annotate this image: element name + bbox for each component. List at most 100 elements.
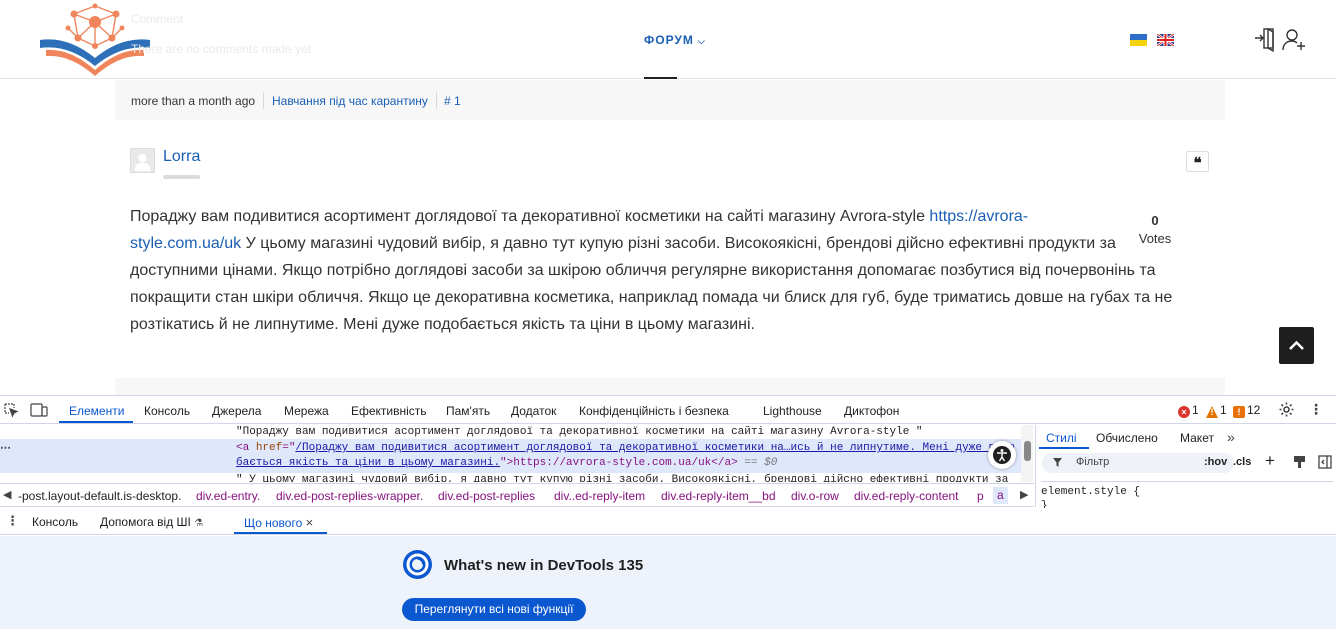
tab-console[interactable]: Консоль — [144, 404, 190, 418]
class-toggle[interactable]: .cls — [1233, 456, 1251, 468]
scroll-to-top-button[interactable] — [1279, 327, 1314, 364]
drawer-tab-bar: ⋮ Консоль Допомога від ШІ ⚗ Що нового × — [0, 508, 1336, 535]
breadcrumb-item[interactable]: div.ed-reply-item__bd — [661, 489, 776, 503]
elements-dom-tree[interactable]: "Пораджу вам подивитися асортимент догля… — [0, 425, 1034, 482]
post-meta-bar: more than a month ago Навчання під час к… — [115, 80, 1225, 120]
anchor-href-attr: href — [255, 442, 283, 454]
next-reply-block — [115, 378, 1225, 395]
nav-forum-label: ФОРУМ — [644, 33, 694, 47]
dom-text-node[interactable]: " У цьому магазині чудовий вибір, я давн… — [236, 474, 1008, 482]
tab-elements[interactable]: Елементи — [69, 404, 124, 418]
nav-forum[interactable]: ФОРУМ ⌵ — [644, 33, 706, 47]
chevron-down-icon: ⌵ — [697, 36, 706, 46]
tab-network[interactable]: Мережа — [284, 404, 329, 418]
tab-computed[interactable]: Обчислено — [1096, 431, 1158, 445]
breadcrumb-item[interactable]: div..ed-reply-item — [554, 489, 645, 503]
anchor-tag-close: </a> — [711, 457, 738, 469]
tab-application[interactable]: Додаток — [511, 404, 556, 418]
anchor-href-value[interactable]: /Пораджу вам подивитися асортимент догля… — [295, 442, 1015, 454]
new-rule-plus-icon[interactable]: + — [1265, 451, 1275, 471]
accessibility-icon — [993, 446, 1011, 464]
devtools-logo-icon — [403, 550, 432, 579]
topic-link[interactable]: Навчання під час карантину — [272, 94, 428, 108]
styles-tab-underline — [1039, 447, 1089, 449]
filter-icon — [1053, 458, 1062, 467]
drawer-tab-whats-new[interactable]: Що нового × — [244, 515, 313, 530]
drawer-menu-icon[interactable]: ⋮ — [6, 513, 19, 529]
warning-count: 1 — [1220, 403, 1227, 417]
tab-recorder[interactable]: Диктофон — [844, 404, 899, 418]
tab-lighthouse[interactable]: Lighthouse — [763, 404, 822, 418]
anchor-href-value-cont[interactable]: бається якість та ціни в цьому магазині. — [236, 457, 500, 469]
elements-scroll-thumb[interactable] — [1024, 441, 1031, 461]
devtools-more-menu-icon[interactable]: ⋮ — [1309, 401, 1323, 418]
breadcrumb-prev-icon[interactable]: ◀ — [3, 488, 11, 501]
whats-new-title: What's new in DevTools 135 — [444, 557, 644, 574]
add-user-icon[interactable] — [1281, 26, 1307, 52]
breadcrumb-item[interactable]: div.ed-entry. — [196, 489, 260, 503]
tab-sources[interactable]: Джерела — [212, 404, 261, 418]
devtools-tab-bar: Елементи Консоль Джерела Мережа Ефективн… — [0, 396, 1336, 424]
quote-button[interactable]: ❝ — [1186, 151, 1209, 172]
hover-state-toggle[interactable]: :hov — [1204, 456, 1227, 468]
tab-layout[interactable]: Макет — [1180, 431, 1214, 445]
elements-scrollbar[interactable] — [1021, 425, 1033, 482]
site-header: Comment There are no comments made yet Ф… — [0, 0, 1336, 79]
drawer-active-underline — [234, 532, 327, 534]
close-icon[interactable]: × — [306, 515, 314, 530]
rule-selector: element.style { — [1041, 486, 1141, 498]
breadcrumb-item[interactable]: div.ed-post-replies — [438, 489, 535, 503]
forum-page: Comment There are no comments made yet Ф… — [0, 0, 1336, 395]
dom-text-node[interactable]: "Пораджу вам подивитися асортимент догля… — [236, 426, 923, 438]
british-flag-icon[interactable] — [1157, 34, 1174, 46]
dom-anchor-line[interactable]: <a href="/Пораджу вам подивитися асортим… — [236, 442, 1015, 454]
post-text-before: Пораджу вам подивитися асортимент догляд… — [130, 208, 930, 225]
dom-anchor-line-cont[interactable]: бається якість та ціни в цьому магазині.… — [236, 457, 777, 469]
post-time: more than a month ago — [131, 94, 256, 108]
post-content: Пораджу вам подивитися асортимент догляд… — [130, 203, 1190, 338]
author-rank-bar — [163, 175, 200, 179]
ghost-comment-text: There are no comments made yet — [131, 42, 312, 56]
issues-count-badge[interactable]: ! 12 — [1233, 403, 1260, 418]
drawer-tab-ai-label: Допомога від ШІ — [100, 515, 191, 529]
ukrainian-flag-icon[interactable] — [1130, 34, 1147, 46]
breadcrumb: ◀ -post.layout-default.is-desktop. div.e… — [0, 483, 1034, 507]
avatar[interactable] — [130, 148, 155, 173]
breadcrumb-item-selected[interactable]: a — [993, 487, 1008, 504]
tab-privacy-security[interactable]: Конфіденційність і безпека — [579, 404, 729, 418]
node-actions-dots[interactable]: ⋯ — [0, 441, 11, 454]
more-tabs-icon[interactable]: » — [1227, 429, 1235, 445]
votes-label: Votes — [1138, 231, 1172, 246]
warning-icon: ! — [1206, 406, 1218, 418]
drawer-tab-console[interactable]: Консоль — [32, 515, 78, 529]
breadcrumb-item[interactable]: -post.layout-default.is-desktop. — [18, 489, 181, 503]
breadcrumb-next-icon[interactable]: ▶ — [1020, 488, 1028, 501]
toggle-sidebar-icon[interactable] — [1318, 455, 1332, 469]
drawer-tab-ai-assistance[interactable]: Допомога від ШІ ⚗ — [100, 515, 203, 529]
breadcrumb-item[interactable]: div.ed-reply-content — [854, 489, 959, 503]
login-icon[interactable] — [1253, 26, 1279, 52]
post-number-link[interactable]: # 1 — [444, 94, 461, 108]
issues-icon: ! — [1233, 406, 1245, 418]
device-toolbar-icon[interactable] — [30, 402, 48, 418]
inspect-element-icon[interactable] — [3, 402, 19, 418]
error-count-badge[interactable]: × 1 — [1178, 403, 1199, 418]
tab-styles[interactable]: Стилі — [1046, 431, 1077, 445]
breadcrumb-item[interactable]: div.o-row — [791, 489, 839, 503]
chevron-up-icon — [1289, 340, 1304, 350]
tab-memory[interactable]: Пам'ять — [446, 404, 490, 418]
issues-count: 12 — [1247, 403, 1261, 417]
styles-pane: Стилі Обчислено Макет » Фільтр :hov .cls… — [1035, 425, 1336, 512]
paint-brush-icon[interactable] — [1293, 455, 1306, 469]
breadcrumb-item[interactable]: div.ed-post-replies-wrapper. — [276, 489, 423, 503]
error-count: 1 — [1192, 403, 1199, 417]
breadcrumb-item[interactable]: p — [977, 489, 984, 503]
settings-gear-icon[interactable] — [1278, 401, 1295, 418]
error-icon: × — [1178, 406, 1190, 418]
accessibility-button[interactable] — [988, 441, 1016, 469]
anchor-attr-eq: =" — [282, 442, 296, 454]
author-name[interactable]: Lorra — [163, 148, 200, 166]
warning-count-badge[interactable]: ! 1 — [1206, 403, 1227, 418]
see-all-features-button[interactable]: Переглянути всі нові функції — [402, 598, 586, 621]
tab-performance[interactable]: Ефективність — [351, 404, 427, 418]
